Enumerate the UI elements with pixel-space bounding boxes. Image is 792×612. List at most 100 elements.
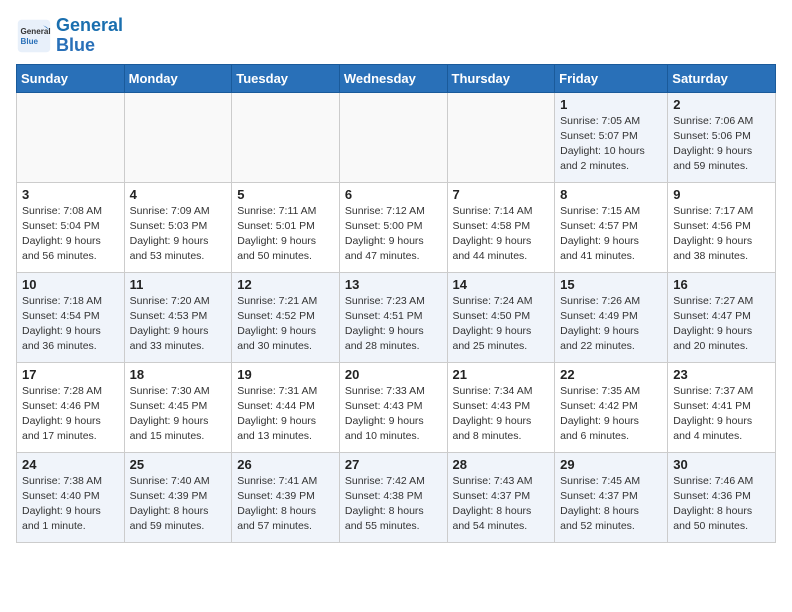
day-number: 12 <box>237 277 334 292</box>
calendar-day-cell: 3 Sunrise: 7:08 AM Sunset: 5:04 PM Daylig… <box>17 182 125 272</box>
day-number: 17 <box>22 367 119 382</box>
weekday-header-cell: Monday <box>124 64 232 92</box>
day-info: Sunrise: 7:21 AM Sunset: 4:52 PM Dayligh… <box>237 294 334 355</box>
day-number: 24 <box>22 457 119 472</box>
day-number: 6 <box>345 187 442 202</box>
calendar-day-cell: 4Sunrise: 7:09 AM Sunset: 5:03 PM Daylig… <box>124 182 232 272</box>
calendar-week-row: 24 Sunrise: 7:38 AM Sunset: 4:40 PM Dayli… <box>17 452 776 542</box>
day-number: 9 <box>673 187 770 202</box>
calendar-week-row: 10 Sunrise: 7:18 AM Sunset: 4:54 PM Dayli… <box>17 272 776 362</box>
calendar-day-cell: 10 Sunrise: 7:18 AM Sunset: 4:54 PM Dayli… <box>17 272 125 362</box>
day-number: 15 <box>560 277 662 292</box>
day-info: Sunrise: 7:28 AM Sunset: 4:46 PM Dayligh… <box>22 384 119 445</box>
weekday-header-cell: Friday <box>555 64 668 92</box>
svg-text:Blue: Blue <box>21 37 39 46</box>
day-number: 16 <box>673 277 770 292</box>
day-info: Sunrise: 7:41 AM Sunset: 4:39 PM Dayligh… <box>237 474 334 535</box>
calendar-day-cell: 17 Sunrise: 7:28 AM Sunset: 4:46 PM Dayli… <box>17 362 125 452</box>
day-info: Sunrise: 7:38 AM Sunset: 4:40 PM Dayligh… <box>22 474 119 535</box>
calendar-day-cell: 29 Sunrise: 7:45 AM Sunset: 4:37 PM Dayli… <box>555 452 668 542</box>
day-info: Sunrise: 7:06 AM Sunset: 5:06 PM Dayligh… <box>673 114 770 175</box>
calendar-day-cell: 25 Sunrise: 7:40 AM Sunset: 4:39 PM Dayli… <box>124 452 232 542</box>
calendar-day-cell: 28Sunrise: 7:43 AM Sunset: 4:37 PM Dayli… <box>447 452 555 542</box>
day-info: Sunrise: 7:40 AM Sunset: 4:39 PM Dayligh… <box>130 474 227 535</box>
day-number: 7 <box>453 187 550 202</box>
calendar-day-cell: 19 Sunrise: 7:31 AM Sunset: 4:44 PM Dayli… <box>232 362 340 452</box>
calendar-day-cell: 30Sunrise: 7:46 AM Sunset: 4:36 PM Dayli… <box>668 452 776 542</box>
day-number: 3 <box>22 187 119 202</box>
calendar-day-cell <box>124 92 232 182</box>
day-info: Sunrise: 7:11 AM Sunset: 5:01 PM Dayligh… <box>237 204 334 265</box>
calendar-day-cell: 16 Sunrise: 7:27 AM Sunset: 4:47 PM Dayli… <box>668 272 776 362</box>
day-info: Sunrise: 7:30 AM Sunset: 4:45 PM Dayligh… <box>130 384 227 445</box>
weekday-header-cell: Wednesday <box>339 64 447 92</box>
calendar-day-cell: 9 Sunrise: 7:17 AM Sunset: 4:56 PM Daylig… <box>668 182 776 272</box>
calendar-day-cell <box>232 92 340 182</box>
day-info: Sunrise: 7:43 AM Sunset: 4:37 PM Dayligh… <box>453 474 550 535</box>
day-number: 20 <box>345 367 442 382</box>
day-info: Sunrise: 7:23 AM Sunset: 4:51 PM Dayligh… <box>345 294 442 355</box>
day-info: Sunrise: 7:20 AM Sunset: 4:53 PM Dayligh… <box>130 294 227 355</box>
calendar-day-cell: 6 Sunrise: 7:12 AM Sunset: 5:00 PM Daylig… <box>339 182 447 272</box>
calendar-table: SundayMondayTuesdayWednesdayThursdayFrid… <box>16 64 776 543</box>
weekday-header-row: SundayMondayTuesdayWednesdayThursdayFrid… <box>17 64 776 92</box>
logo-icon: General Blue <box>16 18 52 54</box>
day-number: 21 <box>453 367 550 382</box>
day-info: Sunrise: 7:31 AM Sunset: 4:44 PM Dayligh… <box>237 384 334 445</box>
calendar-week-row: 1 Sunrise: 7:05 AM Sunset: 5:07 PM Daylig… <box>17 92 776 182</box>
calendar-day-cell: 15 Sunrise: 7:26 AM Sunset: 4:49 PM Dayli… <box>555 272 668 362</box>
weekday-header-cell: Thursday <box>447 64 555 92</box>
calendar-day-cell: 22 Sunrise: 7:35 AM Sunset: 4:42 PM Dayli… <box>555 362 668 452</box>
day-number: 1 <box>560 97 662 112</box>
calendar-day-cell: 12 Sunrise: 7:21 AM Sunset: 4:52 PM Dayli… <box>232 272 340 362</box>
day-number: 10 <box>22 277 119 292</box>
day-number: 22 <box>560 367 662 382</box>
day-info: Sunrise: 7:37 AM Sunset: 4:41 PM Dayligh… <box>673 384 770 445</box>
day-number: 19 <box>237 367 334 382</box>
calendar-day-cell <box>447 92 555 182</box>
day-info: Sunrise: 7:18 AM Sunset: 4:54 PM Dayligh… <box>22 294 119 355</box>
day-number: 29 <box>560 457 662 472</box>
calendar-day-cell <box>339 92 447 182</box>
day-info: Sunrise: 7:35 AM Sunset: 4:42 PM Dayligh… <box>560 384 662 445</box>
day-info: Sunrise: 7:14 AM Sunset: 4:58 PM Dayligh… <box>453 204 550 265</box>
day-number: 23 <box>673 367 770 382</box>
day-number: 26 <box>237 457 334 472</box>
calendar-day-cell: 18 Sunrise: 7:30 AM Sunset: 4:45 PM Dayli… <box>124 362 232 452</box>
calendar-week-row: 3 Sunrise: 7:08 AM Sunset: 5:04 PM Daylig… <box>17 182 776 272</box>
day-info: Sunrise: 7:45 AM Sunset: 4:37 PM Dayligh… <box>560 474 662 535</box>
calendar-day-cell <box>17 92 125 182</box>
day-info: Sunrise: 7:15 AM Sunset: 4:57 PM Dayligh… <box>560 204 662 265</box>
day-info: Sunrise: 7:26 AM Sunset: 4:49 PM Dayligh… <box>560 294 662 355</box>
logo: General Blue General Blue <box>16 16 123 56</box>
calendar-day-cell: 21 Sunrise: 7:34 AM Sunset: 4:43 PM Dayli… <box>447 362 555 452</box>
calendar-day-cell: 2 Sunrise: 7:06 AM Sunset: 5:06 PM Daylig… <box>668 92 776 182</box>
calendar-day-cell: 13 Sunrise: 7:23 AM Sunset: 4:51 PM Dayli… <box>339 272 447 362</box>
calendar-day-cell: 23 Sunrise: 7:37 AM Sunset: 4:41 PM Dayli… <box>668 362 776 452</box>
calendar-day-cell: 26 Sunrise: 7:41 AM Sunset: 4:39 PM Dayli… <box>232 452 340 542</box>
day-info: Sunrise: 7:09 AM Sunset: 5:03 PM Dayligh… <box>130 204 227 265</box>
day-info: Sunrise: 7:17 AM Sunset: 4:56 PM Dayligh… <box>673 204 770 265</box>
calendar-day-cell: 11 Sunrise: 7:20 AM Sunset: 4:53 PM Dayli… <box>124 272 232 362</box>
day-number: 13 <box>345 277 442 292</box>
calendar-day-cell: 14Sunrise: 7:24 AM Sunset: 4:50 PM Dayli… <box>447 272 555 362</box>
day-number: 14 <box>453 277 550 292</box>
page-header: General Blue General Blue <box>16 16 776 56</box>
calendar-day-cell: 1 Sunrise: 7:05 AM Sunset: 5:07 PM Daylig… <box>555 92 668 182</box>
svg-text:General: General <box>21 27 51 36</box>
calendar-day-cell: 5 Sunrise: 7:11 AM Sunset: 5:01 PM Daylig… <box>232 182 340 272</box>
day-number: 18 <box>130 367 227 382</box>
day-info: Sunrise: 7:08 AM Sunset: 5:04 PM Dayligh… <box>22 204 119 265</box>
day-number: 5 <box>237 187 334 202</box>
day-info: Sunrise: 7:33 AM Sunset: 4:43 PM Dayligh… <box>345 384 442 445</box>
calendar-week-row: 17 Sunrise: 7:28 AM Sunset: 4:46 PM Dayli… <box>17 362 776 452</box>
day-info: Sunrise: 7:12 AM Sunset: 5:00 PM Dayligh… <box>345 204 442 265</box>
day-info: Sunrise: 7:05 AM Sunset: 5:07 PM Dayligh… <box>560 114 662 175</box>
day-info: Sunrise: 7:27 AM Sunset: 4:47 PM Dayligh… <box>673 294 770 355</box>
day-info: Sunrise: 7:34 AM Sunset: 4:43 PM Dayligh… <box>453 384 550 445</box>
day-number: 2 <box>673 97 770 112</box>
day-number: 25 <box>130 457 227 472</box>
calendar-day-cell: 20 Sunrise: 7:33 AM Sunset: 4:43 PM Dayli… <box>339 362 447 452</box>
day-info: Sunrise: 7:46 AM Sunset: 4:36 PM Dayligh… <box>673 474 770 535</box>
day-number: 11 <box>130 277 227 292</box>
